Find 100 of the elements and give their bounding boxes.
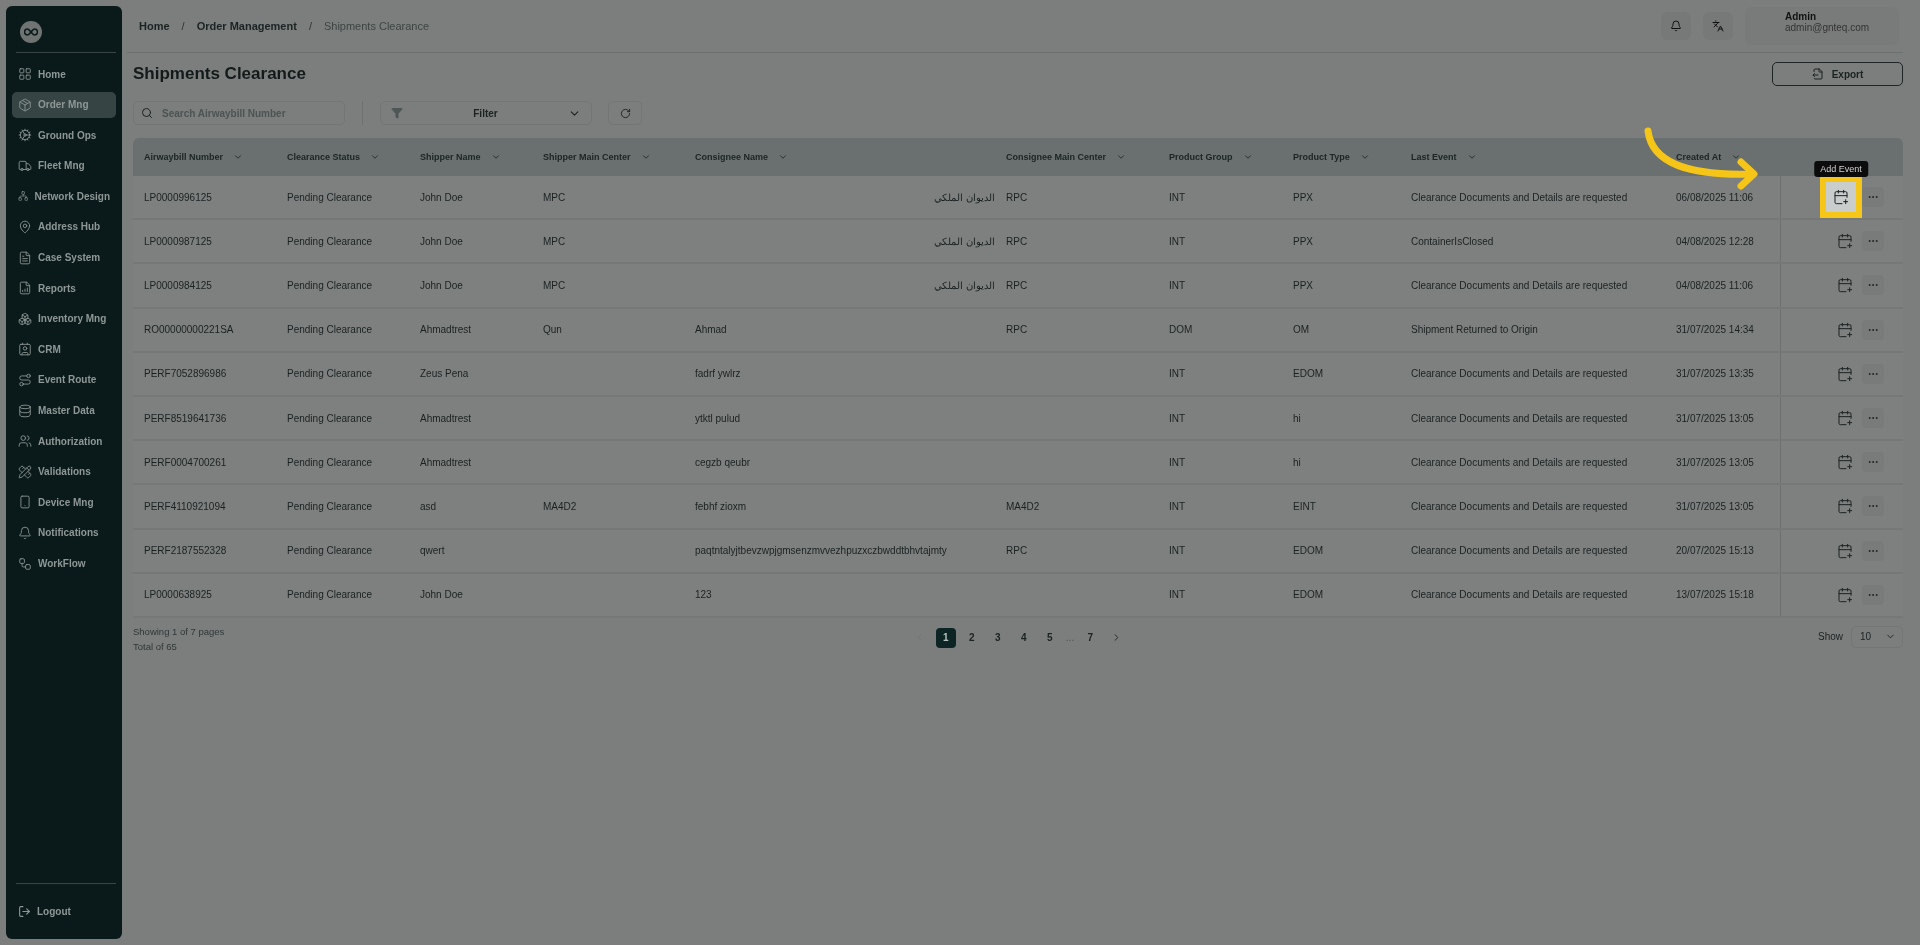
column-header[interactable]: Shipper Main Center [543, 152, 631, 162]
more-button[interactable] [1862, 275, 1884, 296]
breadcrumb-link[interactable]: Shipments Clearance [323, 20, 430, 32]
sidebar-item[interactable]: Address Hub [12, 213, 116, 240]
table-cell-text: EINT [1292, 500, 1317, 512]
page-button[interactable]: 7 [1080, 627, 1101, 648]
calendar-plus-icon [1837, 586, 1853, 603]
table-cell-text: Clearance Documents and Details are requested [1410, 412, 1629, 424]
table-cell-text: PERF4110921094 [143, 500, 227, 512]
phone-icon [18, 495, 32, 510]
more-button[interactable] [1862, 363, 1884, 384]
breadcrumb-link[interactable]: Order Management [196, 20, 297, 32]
table-cell-text: Clearance Documents and Details are requested [1410, 191, 1629, 203]
tooltip: Add Event [1814, 161, 1868, 178]
table-cell-text: cegzb qeubr [694, 456, 752, 468]
logout-button[interactable]: Logout [12, 898, 116, 925]
more-button[interactable] [1862, 408, 1884, 429]
more-button[interactable] [1862, 187, 1884, 208]
package-icon [18, 97, 32, 112]
user-name: Admin [1785, 11, 1818, 22]
truck-icon [18, 158, 32, 173]
table-cell-text: INT [1168, 279, 1187, 291]
calendar-plus-icon [1837, 542, 1853, 559]
table-cell-text: RPC [1005, 545, 1029, 557]
notifications-button[interactable] [1661, 12, 1691, 40]
sidebar-item[interactable]: Validations [12, 458, 116, 485]
table-cell-text: Pending Clearance [286, 545, 374, 557]
table-cell-text: Ahmad [694, 324, 728, 336]
table-cell-text: 04/08/2025 12:28 [1675, 235, 1755, 247]
column-header[interactable]: Clearance Status [287, 152, 361, 162]
more-button[interactable] [1862, 496, 1884, 517]
table-cell-text: fadrf ywlrz [694, 368, 742, 380]
table-cell-text: PERF0004700261 [143, 456, 228, 468]
sidebar-item[interactable]: Case System [12, 244, 116, 271]
column-header[interactable]: Airwaybill Number [144, 152, 224, 162]
page-button[interactable]: 2 [961, 627, 982, 648]
table-cell-text: Ahmadtrest [419, 412, 473, 424]
table-cell-text: EDOM [1292, 368, 1324, 380]
table-cell-text: MPC [542, 235, 567, 247]
page-button[interactable]: 1 [935, 627, 956, 648]
table-cell-text: ytktl pulud [694, 412, 742, 424]
sidebar-item[interactable]: Event Route [12, 366, 116, 393]
sidebar-item[interactable]: Fleet Mng [12, 152, 116, 179]
refresh-button[interactable] [608, 101, 642, 125]
export-button[interactable]: Export [1772, 62, 1903, 86]
column-header[interactable]: Last Event [1411, 152, 1457, 162]
sidebar-item[interactable]: CRM [12, 336, 116, 363]
table-cell-text: Shipment Returned to Origin [1410, 324, 1539, 336]
table-cell-text: 31/07/2025 13:05 [1675, 412, 1755, 424]
calendar-plus-icon [1837, 410, 1853, 427]
more-button[interactable] [1862, 452, 1884, 473]
column-header[interactable]: Product Group [1169, 152, 1233, 162]
sidebar-item[interactable]: Authorization [12, 428, 116, 455]
sidebar-item[interactable]: Inventory Mng [12, 305, 116, 332]
table-cell-text: MPC [542, 191, 567, 203]
table-cell-text: PPX [1292, 235, 1314, 247]
page-size-select[interactable]: 10 [1851, 625, 1903, 648]
sidebar-item[interactable]: Order Mng [12, 91, 116, 118]
table-cell-text: INT [1168, 191, 1187, 203]
sidebar-item[interactable]: Device Mng [12, 489, 116, 516]
breadcrumb-separator: / [308, 20, 312, 32]
more-button[interactable] [1862, 584, 1884, 605]
sidebar-item[interactable]: WorkFlow [12, 550, 116, 577]
page-button[interactable]: 4 [1013, 627, 1034, 648]
table-cell-text: Clearance Documents and Details are requested [1410, 545, 1629, 557]
sidebar-item[interactable]: Home [12, 61, 116, 87]
table-cell-text: OM [1292, 324, 1311, 336]
column-header[interactable]: Product Type [1293, 152, 1350, 162]
more-button[interactable] [1862, 540, 1884, 561]
gear-icon [18, 128, 32, 143]
more-button[interactable] [1862, 231, 1884, 252]
table-cell-text: DOM [1168, 324, 1194, 336]
more-button[interactable] [1862, 319, 1884, 340]
column-header[interactable]: Created At [1676, 152, 1722, 162]
table-cell-text: ContainerIsClosed [1410, 235, 1495, 247]
sidebar-item[interactable]: Master Data [12, 397, 116, 424]
table-cell-text: Ahmadtrest [419, 456, 473, 468]
page-button[interactable]: 5 [1039, 627, 1060, 648]
table-cell-text: PPX [1292, 279, 1314, 291]
sidebar-item[interactable]: Network Design [12, 183, 116, 210]
sort-icon[interactable] [1731, 152, 1742, 162]
sidebar-item[interactable]: Notifications [12, 519, 116, 546]
language-button[interactable] [1703, 12, 1733, 40]
breadcrumb-link[interactable]: Home [139, 20, 170, 32]
sidebar-item[interactable]: Reports [12, 275, 116, 302]
column-header[interactable]: Consignee Main Center [1006, 152, 1106, 162]
sidebar-item[interactable]: Ground Ops [12, 122, 116, 149]
total-count: Total of 65 [133, 639, 178, 654]
table-cell-text: EDOM [1292, 545, 1324, 557]
page-button[interactable]: 3 [987, 627, 1008, 648]
filter-dropdown[interactable]: Filter [380, 101, 592, 125]
table-cell-text: febhf zioxm [694, 500, 748, 512]
pages-info: Showing 1 of 7 pages [133, 624, 226, 639]
table-cell-text: LP0000984125 [143, 279, 213, 291]
table-cell-text: PERF8519641736 [143, 412, 228, 424]
calendar-plus-icon [1837, 277, 1853, 294]
table-cell-text: RPC [1005, 324, 1029, 336]
column-header[interactable]: Shipper Name [420, 152, 481, 162]
boxes-icon [18, 311, 32, 326]
column-header[interactable]: Consignee Name [695, 152, 769, 162]
